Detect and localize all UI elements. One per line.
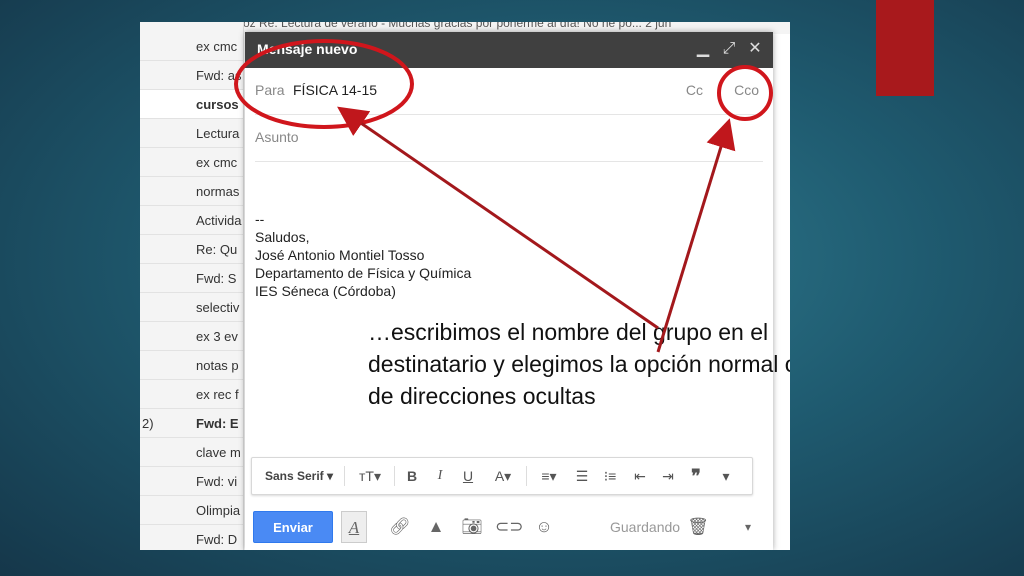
- inbox-row-subject: clave m: [196, 445, 241, 460]
- inbox-row[interactable]: Fwd: D: [140, 525, 243, 550]
- inbox-row[interactable]: ex cmc: [140, 148, 243, 177]
- signature-line: Departamento de Física y Química: [255, 265, 472, 281]
- inbox-row[interactable]: ex cmc: [140, 32, 243, 61]
- font-size-icon[interactable]: ᴛT▾: [352, 458, 388, 494]
- quote-icon[interactable]: ❞: [684, 458, 708, 494]
- inbox-row[interactable]: ex 3 ev: [140, 322, 243, 351]
- font-family-select[interactable]: Sans Serif ▾: [260, 458, 338, 494]
- to-value[interactable]: FÍSICA 14-15: [293, 82, 377, 98]
- formatting-toolbar: Sans Serif ▾ ᴛT▾ B I U A▾ ≡▾ ☰ ⁝≡ ⇤ ⇥ ❞ …: [251, 457, 753, 495]
- inbox-row-subject: ex rec f: [196, 387, 239, 402]
- inbox-row-subject: Activida: [196, 213, 242, 228]
- bulleted-list-icon[interactable]: ⁝≡: [598, 458, 622, 494]
- font-family-value: Sans Serif: [264, 469, 324, 483]
- more-options-icon[interactable]: ▾: [735, 511, 761, 543]
- signature-line: --: [255, 211, 265, 227]
- inbox-row[interactable]: Fwd: S: [140, 264, 243, 293]
- attach-icon[interactable]: 🔗︎: [387, 511, 413, 543]
- indent-more-icon[interactable]: ⇥: [656, 458, 680, 494]
- inbox-row-subject: Re: Qu: [196, 242, 238, 257]
- inbox-row-subject: Lectura: [196, 126, 240, 141]
- link-icon[interactable]: ⊂⊃: [495, 511, 524, 543]
- inbox-row-subject: normas: [196, 184, 240, 199]
- inbox-row[interactable]: normas: [140, 177, 243, 206]
- compose-header: Mensaje nuevo ▁ ⤢ ✕: [245, 32, 773, 68]
- numbered-list-icon[interactable]: ☰: [570, 458, 594, 494]
- expand-icon[interactable]: ⤢: [719, 38, 739, 60]
- inbox-row-subject: Olimpia: [196, 503, 241, 518]
- inbox-row-subject: ex cmc: [196, 39, 238, 54]
- formatting-options-icon[interactable]: A: [341, 511, 367, 543]
- emoji-icon[interactable]: ☺: [531, 511, 557, 543]
- inbox-row[interactable]: clave m: [140, 438, 243, 467]
- bold-icon[interactable]: B: [400, 458, 424, 494]
- trash-icon[interactable]: 🗑︎: [685, 511, 711, 543]
- subject-placeholder[interactable]: Asunto: [255, 129, 299, 145]
- compose-title: Mensaje nuevo: [257, 41, 358, 57]
- signature-line: José Antonio Montiel Tosso: [255, 247, 425, 263]
- inbox-row[interactable]: 2) Fwd: E: [140, 409, 243, 438]
- signature-line: Saludos,: [255, 229, 310, 245]
- signature[interactable]: -- Saludos, José Antonio Montiel Tosso D…: [255, 210, 471, 300]
- gmail-screenshot: oz Re: Lectura de verano - Muchas gracia…: [140, 22, 790, 550]
- to-field[interactable]: Para FÍSICA 14-15 Cc Cco: [255, 68, 763, 115]
- inbox-row-subject: Fwd: D: [196, 532, 238, 547]
- inbox-row-subject: selectiv: [196, 300, 240, 315]
- minimize-icon[interactable]: ▁: [693, 38, 713, 60]
- inbox-row[interactable]: Olimpia: [140, 496, 243, 525]
- inbox-row-subject: Fwd: S: [196, 271, 237, 286]
- cc-link[interactable]: Cc: [686, 82, 703, 98]
- inbox-row[interactable]: Re: Qu: [140, 235, 243, 264]
- inbox-row-subject: ex 3 ev: [196, 329, 238, 344]
- inbox-row-subject: Fwd: E: [196, 416, 239, 431]
- photo-icon[interactable]: 📷︎: [459, 511, 485, 543]
- align-icon[interactable]: ≡▾: [532, 458, 566, 494]
- inbox-row-subject: Fwd: vi: [196, 474, 238, 489]
- decorative-red-tab: [876, 0, 934, 96]
- inbox-row-prefix: 2): [142, 416, 154, 431]
- inbox-row[interactable]: Fwd: vi: [140, 467, 243, 496]
- inbox-row-subject: notas p: [196, 358, 239, 373]
- signature-line: IES Séneca (Córdoba): [255, 283, 396, 299]
- inbox-list: ex cmc Fwd: as cursos Lectura ex cmc normas Ac…: [140, 22, 244, 550]
- to-label: Para: [255, 82, 285, 98]
- annotation-text: …escribimos el nombre del grupo en el de…: [368, 319, 790, 409]
- bcc-link[interactable]: Cco: [734, 82, 759, 98]
- close-icon[interactable]: ✕: [745, 38, 765, 60]
- text-color-icon[interactable]: A▾: [486, 458, 520, 494]
- inbox-row-subject: ex cmc: [196, 155, 238, 170]
- subject-field[interactable]: Asunto: [255, 115, 763, 162]
- inbox-row-subject: cursos: [196, 97, 239, 112]
- compose-window: Mensaje nuevo ▁ ⤢ ✕ Para FÍSICA 14-15 Cc…: [245, 32, 790, 550]
- drive-icon[interactable]: ▲: [423, 511, 449, 543]
- more-formatting-icon[interactable]: ▾: [714, 458, 738, 494]
- compose-bottom-bar: Enviar A 🔗︎ ▲ 📷︎ ⊂⊃ ☺ Guardando 🗑︎ ▾: [245, 498, 773, 550]
- inbox-row[interactable]: ex rec f: [140, 380, 243, 409]
- inbox-row[interactable]: selectiv: [140, 293, 243, 322]
- inbox-row[interactable]: Lectura: [140, 119, 243, 148]
- inbox-row[interactable]: Activida: [140, 206, 243, 235]
- inbox-row[interactable]: notas p: [140, 351, 243, 380]
- inbox-row[interactable]: Fwd: as: [140, 61, 243, 90]
- inbox-row-subject: Fwd: as: [196, 68, 242, 83]
- italic-icon[interactable]: I: [428, 458, 452, 494]
- inbox-row[interactable]: cursos: [140, 90, 243, 119]
- send-button[interactable]: Enviar: [253, 511, 333, 543]
- underline-icon[interactable]: U: [456, 458, 480, 494]
- saving-status: Guardando: [610, 519, 681, 535]
- indent-less-icon[interactable]: ⇤: [628, 458, 652, 494]
